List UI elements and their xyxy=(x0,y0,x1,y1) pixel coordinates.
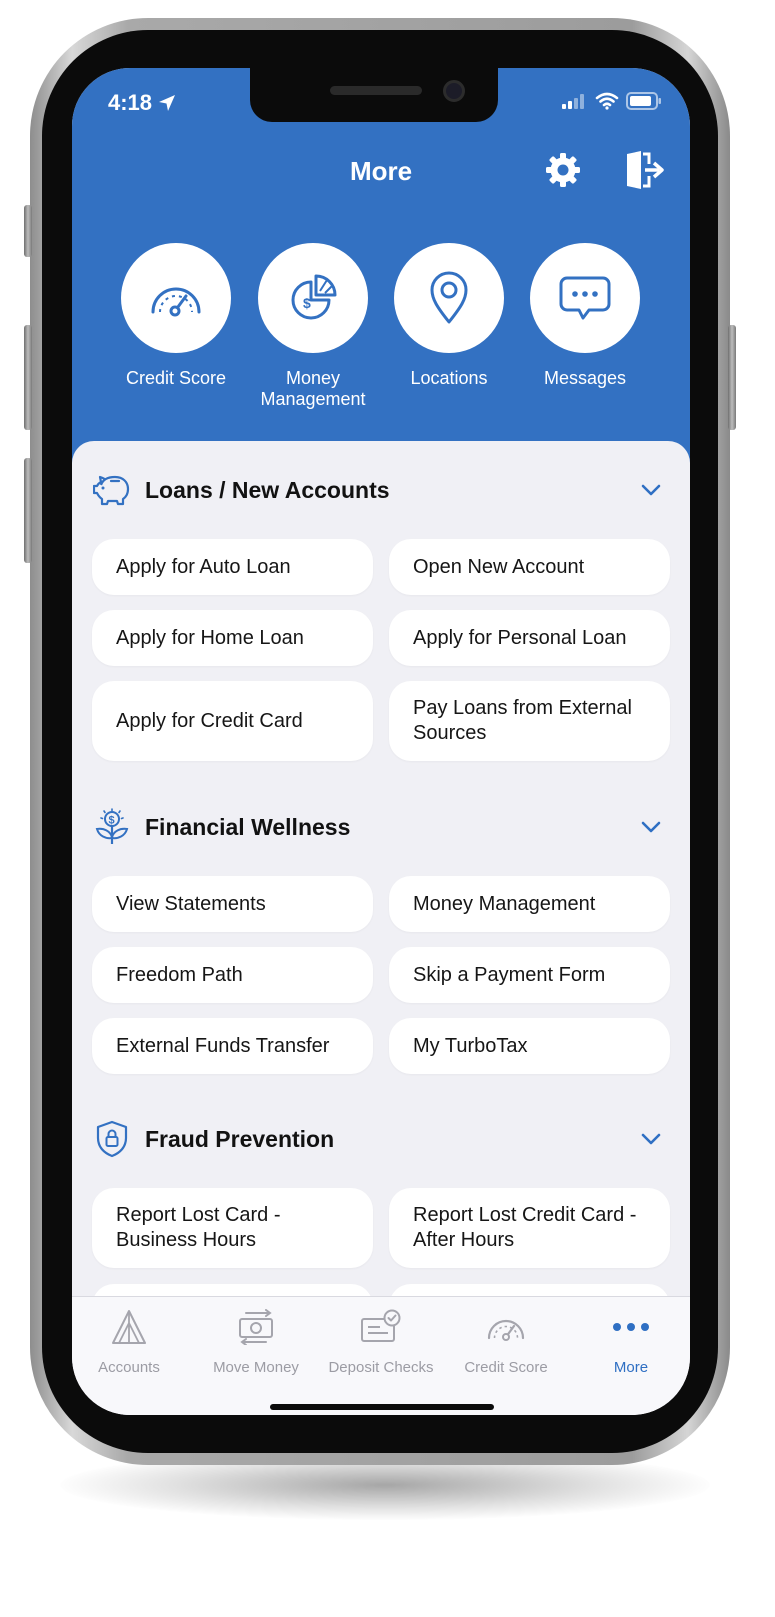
transfer-money-icon xyxy=(239,1309,273,1345)
menu-item-apply-home-loan[interactable]: Apply for Home Loan xyxy=(92,610,373,666)
tab-more[interactable]: More xyxy=(566,1307,690,1376)
menu-item-view-statements[interactable]: View Statements xyxy=(92,876,373,932)
tab-deposit-checks[interactable]: Deposit Checks xyxy=(316,1307,446,1376)
quick-action-messages[interactable]: Messages xyxy=(510,243,660,389)
header: 4:18 More Credit Score $ Money Managemen… xyxy=(72,68,690,468)
section-title: Fraud Prevention xyxy=(145,1125,335,1152)
money-plant-icon: $ xyxy=(92,807,132,847)
settings-button[interactable] xyxy=(543,150,583,190)
quick-action-circle xyxy=(530,243,640,353)
menu-item-freedom-path[interactable]: Freedom Path xyxy=(92,947,373,1003)
menu-item-pay-loans-external[interactable]: Pay Loans from External Sources xyxy=(389,681,670,761)
menu-item-money-management[interactable]: Money Management xyxy=(389,876,670,932)
side-button xyxy=(728,325,736,430)
quick-action-credit-score[interactable]: Credit Score xyxy=(101,243,251,389)
menu-item-my-turbotax[interactable]: My TurboTax xyxy=(389,1018,670,1074)
menu-item-skip-payment-form[interactable]: Skip a Payment Form xyxy=(389,947,670,1003)
section-header-loans[interactable]: Loans / New Accounts xyxy=(92,470,672,510)
camera xyxy=(443,80,465,102)
menu-item-report-lost-card-business[interactable]: Report Lost Card - Business Hours xyxy=(92,1188,373,1268)
tab-accounts[interactable]: Accounts xyxy=(72,1307,194,1376)
quick-action-money-management[interactable]: $ Money Management xyxy=(238,243,388,410)
menu-item-open-new-account[interactable]: Open New Account xyxy=(389,539,670,595)
battery-icon xyxy=(626,92,661,110)
section-header-financial-wellness[interactable]: $ Financial Wellness xyxy=(92,807,672,847)
menu-item-apply-personal-loan[interactable]: Apply for Personal Loan xyxy=(389,610,670,666)
quick-action-label: Money Management xyxy=(260,368,366,409)
wifi-icon xyxy=(595,92,619,110)
check-deposit-icon xyxy=(361,1309,401,1342)
tab-label: Deposit Checks xyxy=(328,1359,434,1376)
speedometer-icon xyxy=(151,287,201,317)
logout-icon xyxy=(627,151,664,189)
tab-credit-score[interactable]: Credit Score xyxy=(441,1307,571,1376)
quick-action-label: Credit Score xyxy=(125,368,227,388)
status-time-text: 4:18 xyxy=(108,90,153,115)
quick-action-label: Messages xyxy=(543,368,627,388)
tab-label: More xyxy=(613,1359,649,1376)
page-title: More xyxy=(349,156,413,186)
quick-action-locations[interactable]: Locations xyxy=(374,243,524,389)
status-bar-time: 4:18 xyxy=(108,90,176,116)
app-screen: 4:18 More Credit Score $ Money Managemen… xyxy=(72,68,690,1415)
chevron-down-icon xyxy=(641,821,661,833)
mute-switch xyxy=(24,205,32,257)
quick-action-circle: $ xyxy=(258,243,368,353)
tab-label: Move Money xyxy=(213,1359,299,1376)
location-arrow-icon xyxy=(159,95,176,111)
section-header-fraud-prevention[interactable]: Fraud Prevention xyxy=(92,1119,672,1159)
home-indicator[interactable] xyxy=(270,1404,494,1410)
menu-item-external-funds-transfer[interactable]: External Funds Transfer xyxy=(92,1018,373,1074)
menu-item-report-lost-credit-card-after[interactable]: Report Lost Credit Card - After Hours xyxy=(389,1188,670,1268)
map-pin-icon xyxy=(430,271,468,324)
more-dots-icon xyxy=(613,1323,649,1331)
accounts-logo-icon xyxy=(112,1310,146,1344)
svg-text:$: $ xyxy=(303,295,311,311)
speaker xyxy=(330,86,422,95)
pie-chart-dollar-icon: $ xyxy=(291,274,337,320)
volume-down-button xyxy=(24,458,32,563)
shield-lock-icon xyxy=(92,1119,132,1159)
chat-bubble-icon xyxy=(559,276,611,320)
logout-button[interactable] xyxy=(625,150,665,190)
cellular-signal-icon xyxy=(562,94,584,109)
chevron-down-icon xyxy=(641,1133,661,1145)
quick-action-circle xyxy=(394,243,504,353)
menu-item-apply-credit-card[interactable]: Apply for Credit Card xyxy=(92,681,373,761)
quick-action-label: Locations xyxy=(410,368,488,388)
more-menu-list: Loans / New Accounts Apply for Auto Loan… xyxy=(72,441,690,1344)
quick-action-circle xyxy=(121,243,231,353)
notch xyxy=(250,68,498,122)
menu-item-apply-auto-loan[interactable]: Apply for Auto Loan xyxy=(92,539,373,595)
chevron-down-icon xyxy=(641,484,661,496)
tab-label: Credit Score xyxy=(464,1359,548,1376)
status-bar-indicators xyxy=(562,92,662,110)
tab-bar: Accounts Move Money Deposit Checks Credi… xyxy=(72,1296,690,1415)
gear-icon xyxy=(546,153,580,187)
piggy-bank-icon xyxy=(92,470,132,510)
tab-label: Accounts xyxy=(98,1359,160,1376)
svg-text:$: $ xyxy=(109,815,115,827)
section-title: Loans / New Accounts xyxy=(145,476,390,503)
section-title: Financial Wellness xyxy=(145,813,351,840)
tab-move-money[interactable]: Move Money xyxy=(191,1307,321,1376)
speedometer-icon xyxy=(487,1319,525,1341)
volume-up-button xyxy=(24,325,32,430)
